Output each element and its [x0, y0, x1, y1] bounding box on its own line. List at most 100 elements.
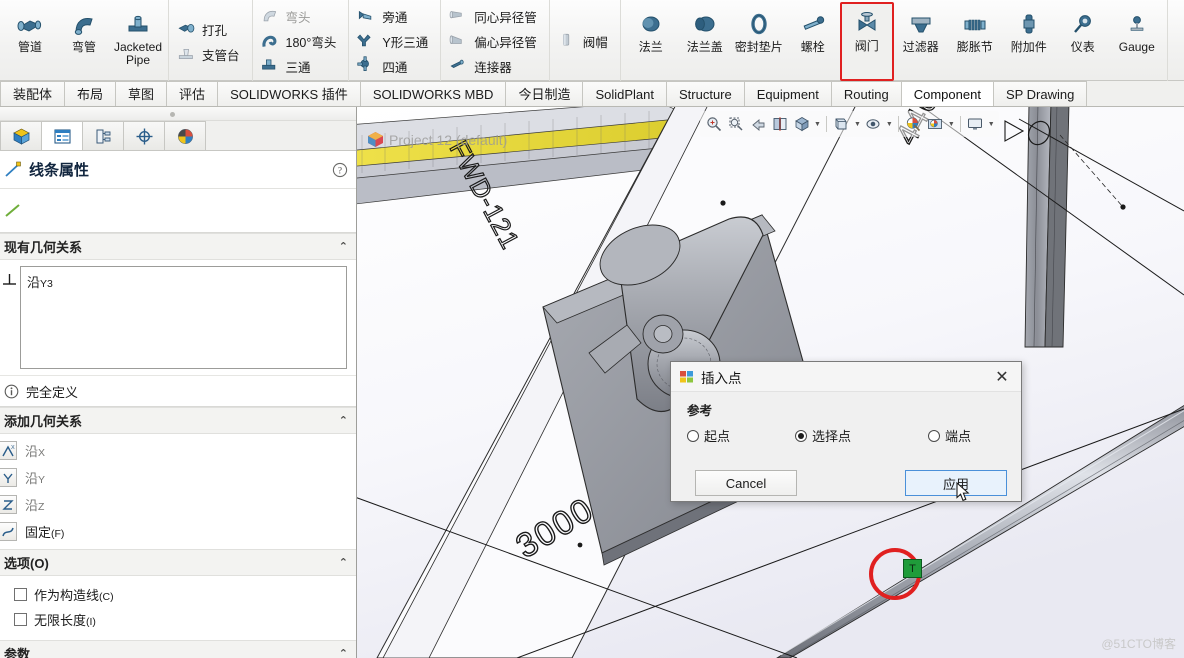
tab-routing[interactable]: Routing [830, 81, 902, 106]
ribbon-button-elbow[interactable]: 弯头 [258, 5, 344, 29]
ribbon-button-cross[interactable]: 四通 [354, 54, 435, 78]
ribbon-button-coupling[interactable]: 连接器 [446, 54, 544, 78]
tab-solidworks[interactable]: SOLIDWORKS 插件 [217, 81, 361, 106]
apply-scene-icon[interactable] [925, 113, 946, 135]
relation-along-x[interactable]: X 沿X [0, 437, 356, 464]
heads-up-view-toolbar[interactable]: ▼ ▼ ▼ ▼ ▼ [700, 111, 999, 137]
apply-button[interactable]: 应用 [905, 470, 1007, 496]
radio-end-point[interactable]: 端点 [928, 426, 971, 445]
hide-show-items-icon[interactable] [863, 113, 884, 135]
along-y-icon[interactable] [0, 468, 17, 487]
ribbon-button-pipe[interactable]: 管道 [3, 2, 57, 81]
ribbon-button-expansion-joint[interactable]: 膨胀节 [948, 2, 1002, 81]
ribbon-button-label: 管道 [17, 40, 42, 54]
zoom-to-area-icon[interactable] [725, 113, 746, 135]
zoom-to-fit-icon[interactable] [703, 113, 724, 135]
display-style-icon[interactable] [831, 113, 852, 135]
ribbon-button-instrument[interactable]: 仪表 [1056, 2, 1110, 81]
parameters-header[interactable]: 参数 ⌃ [0, 640, 356, 658]
option-construction-line[interactable]: 作为构造线(C) [14, 582, 356, 607]
ribbon-button-gauge[interactable]: Gauge [1110, 2, 1164, 81]
panel-splitter[interactable] [0, 107, 356, 121]
tab-structure[interactable]: Structure [666, 81, 745, 106]
cross-icon [357, 56, 377, 76]
ribbon-button-label: 偏心异径管 [474, 36, 537, 50]
existing-relations-header[interactable]: 现有几何关系 ⌃ [0, 233, 356, 260]
hide-show-dropdown-arrow[interactable]: ▼ [885, 121, 894, 128]
tab-component[interactable]: Component [900, 81, 994, 106]
option-infinite-length[interactable]: 无限长度(I) [14, 607, 356, 632]
ribbon-button-lateral[interactable]: 旁通 [354, 5, 435, 29]
view-settings-dropdown-arrow[interactable]: ▼ [987, 121, 996, 128]
dialog-title-bar[interactable]: 插入点 ✕ [671, 362, 1021, 392]
radio-selected-point[interactable]: 选择点 [795, 426, 928, 445]
ribbon-button-jacketed-pipe[interactable]: Jacketed Pipe [111, 2, 165, 81]
radio-start-point-indicator[interactable] [687, 429, 699, 442]
cancel-button[interactable]: Cancel [695, 470, 797, 496]
apply-scene-dropdown-arrow[interactable]: ▼ [947, 121, 956, 128]
jacketed-pipe-icon [125, 12, 151, 38]
chevron-up-icon[interactable]: ⌃ [339, 240, 348, 253]
ribbon-button-concentric-reducer[interactable]: 同心异径管 [446, 5, 544, 29]
edit-appearance-icon[interactable] [903, 113, 924, 135]
view-settings-icon[interactable] [965, 113, 986, 135]
along-x-icon[interactable]: X [0, 441, 17, 460]
display-style-dropdown-arrow[interactable]: ▼ [853, 121, 862, 128]
ribbon-button-gasket[interactable]: 密封垫片 [732, 2, 786, 81]
existing-relations-list[interactable]: 沿Y3 [20, 266, 347, 369]
tab-sp-drawing[interactable]: SP Drawing [992, 81, 1088, 106]
tab-[interactable]: 评估 [166, 81, 219, 106]
ribbon-button-inline-item[interactable]: 附加件 [1002, 2, 1056, 81]
infinite-length-checkbox[interactable] [14, 613, 27, 626]
relation-along-y[interactable]: 沿Y [0, 464, 356, 491]
property-manager-tab[interactable] [41, 121, 83, 150]
feature-manager-tab[interactable] [0, 121, 42, 150]
chevron-up-icon-4[interactable]: ⌃ [339, 647, 348, 658]
ribbon-button-blind-flange[interactable]: 法兰盖 [678, 2, 732, 81]
ribbon-button-bolt[interactable]: 螺栓 [786, 2, 840, 81]
view-orientation-icon[interactable] [791, 113, 812, 135]
tab-[interactable]: 布局 [64, 81, 117, 106]
tab-[interactable]: 装配体 [0, 81, 66, 106]
dimxpert-manager-tab[interactable] [123, 121, 165, 150]
previous-view-icon[interactable] [747, 113, 768, 135]
ribbon-button-flange[interactable]: 法兰 [624, 2, 678, 81]
ribbon-button-bonnet[interactable]: 阀帽 [555, 30, 615, 54]
ribbon-button-bend-pipe[interactable]: 弯管 [57, 2, 111, 81]
radio-start-point[interactable]: 起点 [687, 426, 795, 445]
ribbon-button-y-tee[interactable]: Y形三通 [354, 30, 435, 54]
ribbon-button-component[interactable]: 组件 [1171, 2, 1184, 81]
tab-[interactable]: 草图 [115, 81, 168, 106]
ribbon-button-tee[interactable]: 三通 [258, 54, 344, 78]
fix-icon[interactable] [0, 522, 17, 541]
chevron-up-icon-3[interactable]: ⌃ [339, 556, 348, 569]
ribbon-button-olet[interactable]: 支管台 [174, 42, 247, 66]
ribbon-button-hole[interactable]: 打孔 [174, 17, 247, 41]
help-icon[interactable]: ? [332, 162, 348, 178]
tab-[interactable]: 今日制造 [505, 81, 584, 106]
expansion-joint-icon [962, 12, 988, 38]
along-z-icon[interactable] [0, 495, 17, 514]
configuration-manager-tab[interactable] [82, 121, 124, 150]
add-relations-header[interactable]: 添加几何关系 ⌃ [0, 407, 356, 434]
ribbon-button-label: 四通 [382, 60, 408, 75]
ribbon-button-strainer[interactable]: 过滤器 [894, 2, 948, 81]
view-orientation-dropdown-arrow[interactable]: ▼ [813, 121, 822, 128]
display-manager-tab[interactable] [164, 121, 206, 150]
tab-solidplant[interactable]: SolidPlant [582, 81, 667, 106]
section-view-icon[interactable] [769, 113, 790, 135]
radio-selected-point-indicator[interactable] [795, 429, 807, 442]
lateral-icon [357, 7, 377, 27]
tab-solidworks-mbd[interactable]: SOLIDWORKS MBD [359, 81, 507, 106]
construction-line-checkbox[interactable] [14, 588, 27, 601]
ribbon-button-valve[interactable]: 阀门 [839, 2, 894, 81]
radio-end-point-indicator[interactable] [928, 429, 940, 442]
options-header[interactable]: 选项(O) ⌃ [0, 549, 356, 576]
close-icon[interactable]: ✕ [989, 365, 1015, 389]
relation-along-z[interactable]: 沿Z [0, 491, 356, 518]
chevron-up-icon-2[interactable]: ⌃ [339, 414, 348, 427]
relation-fix[interactable]: 固定(F) [0, 518, 356, 545]
tab-equipment[interactable]: Equipment [743, 81, 832, 106]
ribbon-button-eccentric-reducer[interactable]: 偏心异径管 [446, 30, 544, 54]
ribbon-button-elbow180[interactable]: 180°弯头 [258, 30, 344, 54]
